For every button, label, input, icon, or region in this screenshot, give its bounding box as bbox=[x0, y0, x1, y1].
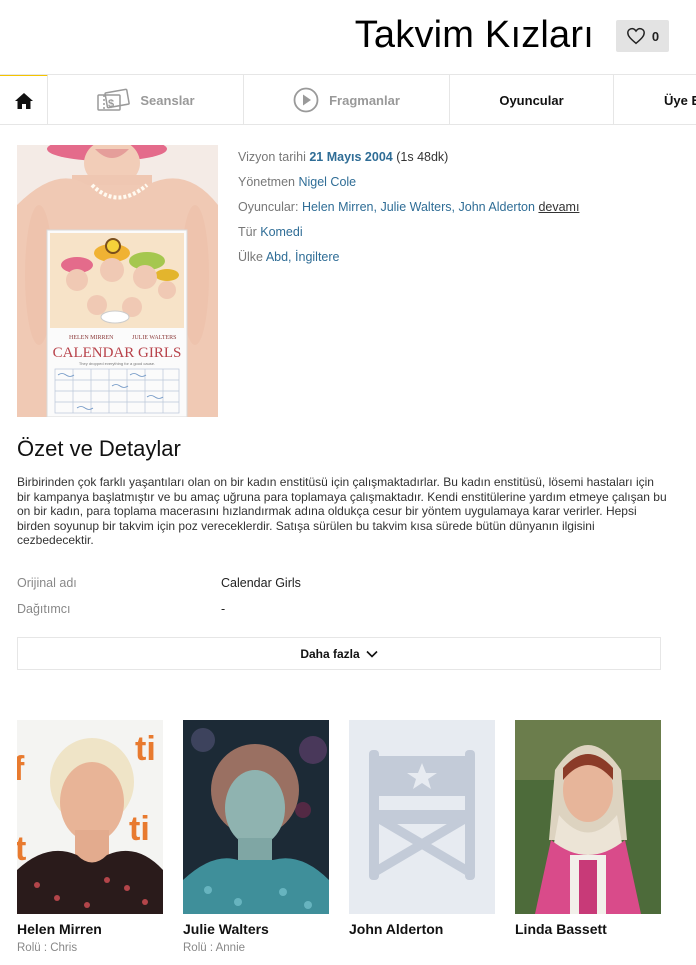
detail-original-title: Orijinal adı Calendar Girls bbox=[17, 576, 657, 596]
home-icon bbox=[14, 92, 33, 109]
play-icon bbox=[293, 87, 319, 113]
svg-text:ti: ti bbox=[129, 810, 150, 848]
cast-role: Rolü : Annie bbox=[183, 942, 246, 954]
duration: (1s 48dk) bbox=[396, 150, 449, 164]
chevron-down-icon bbox=[366, 650, 378, 658]
svg-text:ti: ti bbox=[135, 730, 156, 768]
country-link-ingiltere[interactable]: İngiltere bbox=[295, 250, 339, 264]
detail-label: Orijinal adı bbox=[17, 576, 77, 590]
poster-tagline: They dropped everything for a good cause… bbox=[79, 361, 155, 366]
cast-name[interactable]: Linda Bassett bbox=[515, 921, 661, 937]
svg-text:$: $ bbox=[108, 98, 114, 110]
svg-text:t: t bbox=[17, 830, 26, 868]
svg-text:f: f bbox=[17, 750, 25, 788]
poster-actor-1: HELEN MIRREN bbox=[69, 335, 114, 341]
summary-title: Özet ve Detaylar bbox=[17, 436, 181, 461]
cast-card[interactable]: Linda Bassett bbox=[515, 720, 661, 942]
tab-home[interactable] bbox=[0, 75, 48, 124]
page-header: Takvim Kızları 0 bbox=[0, 0, 696, 74]
release-row: Vizyon tarihi 21 Mayıs 2004 (1s 48dk) bbox=[238, 145, 579, 170]
heart-icon bbox=[626, 27, 645, 45]
tab-fragmanlar-label: Fragmanlar bbox=[329, 92, 400, 108]
cast-photo[interactable] bbox=[515, 720, 661, 914]
country-link-abd[interactable]: Abd, bbox=[266, 250, 292, 264]
cast-card[interactable]: John Alderton bbox=[349, 720, 495, 942]
detail-value: - bbox=[221, 602, 226, 616]
genre-label: Tür bbox=[238, 225, 257, 239]
poster-logo: CALENDAR GIRLS bbox=[53, 345, 182, 361]
movie-poster[interactable]: HELEN MIRREN JULIE WALTERS CALENDAR GIRL… bbox=[17, 145, 218, 417]
cast-link-john-alderton[interactable]: John Alderton bbox=[459, 200, 535, 214]
cast-name[interactable]: Julie Walters bbox=[183, 921, 329, 937]
tab-seanslar-label: Seanslar bbox=[140, 92, 195, 108]
tab-oyuncular-label: Oyuncular bbox=[499, 92, 564, 108]
detail-label: Dağıtımcı bbox=[17, 602, 71, 616]
release-label: Vizyon tarihi bbox=[238, 150, 306, 164]
summary-text: Birbirinden çok farklı yaşantıları olan … bbox=[17, 475, 667, 548]
tab-fragmanlar[interactable]: Fragmanlar bbox=[244, 75, 450, 124]
tab-uye[interactable]: Üye E bbox=[614, 75, 696, 124]
genre-link[interactable]: Komedi bbox=[260, 225, 302, 239]
cast-photo[interactable]: ti ti f t bbox=[17, 720, 163, 914]
movie-info: Vizyon tarihi 21 Mayıs 2004 (1s 48dk) Yö… bbox=[238, 145, 579, 270]
cast-more-link[interactable]: devamı bbox=[538, 200, 579, 214]
cast-label: Oyuncular: bbox=[238, 200, 299, 214]
genre-row: Tür Komedi bbox=[238, 220, 579, 245]
director-link[interactable]: Nigel Cole bbox=[298, 175, 356, 189]
director-row: Yönetmen Nigel Cole bbox=[238, 170, 579, 195]
movie-title: Takvim Kızları bbox=[354, 14, 594, 56]
cast-photo[interactable] bbox=[183, 720, 329, 914]
tab-uye-label: Üye E bbox=[664, 92, 696, 108]
show-more-label: Daha fazla bbox=[300, 646, 360, 661]
country-row: Ülke Abd, İngiltere bbox=[238, 245, 579, 270]
tab-seanslar[interactable]: $ Seanslar bbox=[48, 75, 244, 124]
movie-tabs: $ Seanslar Fragmanlar Oyuncular Üye E bbox=[0, 74, 696, 125]
cast-link-helen-mirren[interactable]: Helen Mirren, bbox=[302, 200, 377, 214]
favorite-button[interactable]: 0 bbox=[616, 20, 669, 52]
favorite-count: 0 bbox=[651, 28, 660, 44]
show-more-button[interactable]: Daha fazla bbox=[17, 637, 661, 670]
cast-card[interactable]: Julie Walters Rolü : Annie bbox=[183, 720, 329, 954]
cast-role: Rolü : Chris bbox=[17, 942, 78, 954]
ticket-icon: $ bbox=[97, 88, 131, 111]
cast-row: Oyuncular: Helen Mirren, Julie Walters, … bbox=[238, 195, 579, 220]
detail-value: Calendar Girls bbox=[221, 576, 301, 590]
poster-actor-2: JULIE WALTERS bbox=[132, 335, 177, 341]
cast-name[interactable]: John Alderton bbox=[349, 921, 495, 937]
release-date-link[interactable]: 21 Mayıs 2004 bbox=[309, 150, 392, 164]
cast-link-julie-walters[interactable]: Julie Walters, bbox=[380, 200, 455, 214]
cast-card[interactable]: ti ti f t Helen Mirren Rolü : Chris bbox=[17, 720, 163, 954]
cast-name[interactable]: Helen Mirren bbox=[17, 921, 163, 937]
tab-oyuncular[interactable]: Oyuncular bbox=[450, 75, 614, 124]
cast-photo-placeholder[interactable] bbox=[349, 720, 495, 914]
detail-distributor: Dağıtımcı - bbox=[17, 602, 657, 622]
country-label: Ülke bbox=[238, 250, 264, 264]
director-label: Yönetmen bbox=[238, 175, 295, 189]
